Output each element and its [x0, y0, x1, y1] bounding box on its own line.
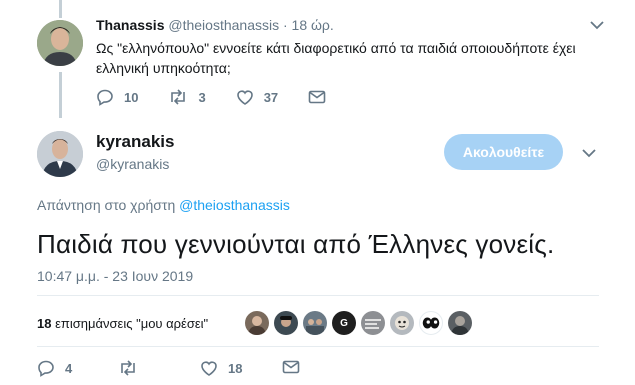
like-button[interactable]: 18 — [200, 359, 242, 377]
following-button[interactable]: Ακολουθείτε — [444, 134, 563, 170]
liker-avatar[interactable] — [245, 311, 269, 335]
direct-message-button[interactable] — [308, 89, 326, 105]
avatar[interactable] — [37, 131, 83, 177]
likes-summary-text: 18 επισημάνσεις "μου αρέσει" — [37, 316, 208, 331]
author-handle-time[interactable]: @theiosthanassis · 18 ώρ. — [168, 17, 333, 33]
likes-summary[interactable]: 18 επισημάνσεις "μου αρέσει" — [37, 305, 208, 341]
author-handle[interactable]: @kyranakis — [96, 156, 169, 172]
author-name[interactable]: Thanassis — [96, 17, 164, 33]
reply-button[interactable]: 10 — [96, 88, 138, 106]
reply-count: 4 — [65, 360, 73, 376]
retweet-icon — [168, 88, 188, 106]
reply-context: Απάντηση στο χρήστη @theiosthanassis — [37, 197, 290, 213]
envelope-icon — [282, 359, 300, 375]
likes-summary-label: επισημάνσεις "μου αρέσει" — [55, 315, 209, 331]
liker-avatar[interactable] — [361, 311, 385, 335]
author-name[interactable]: kyranakis — [96, 132, 174, 152]
reply-context-label: Απάντηση στο χρήστη — [37, 197, 180, 213]
retweet-icon — [118, 359, 138, 377]
liker-avatar[interactable] — [274, 311, 298, 335]
reply-count: 10 — [124, 89, 139, 105]
liker-avatar[interactable] — [390, 311, 414, 335]
liker-avatars: G — [245, 311, 477, 335]
direct-message-button[interactable] — [282, 359, 300, 375]
retweet-count: 3 — [198, 89, 206, 105]
liker-avatar[interactable] — [303, 311, 327, 335]
envelope-icon — [308, 89, 326, 105]
reply-button[interactable]: 4 — [37, 359, 72, 377]
reply-icon — [96, 88, 114, 106]
tweet-actions: 10 3 37 — [96, 88, 356, 106]
liker-avatar[interactable]: G — [332, 311, 356, 335]
thread-connector — [59, 72, 62, 118]
like-count: 37 — [263, 89, 279, 105]
retweet-button[interactable]: 3 — [168, 88, 206, 106]
chevron-down-icon[interactable] — [582, 145, 596, 161]
avatar[interactable] — [37, 20, 83, 66]
reply-icon — [37, 359, 55, 377]
likes-summary-count: 18 — [37, 315, 52, 331]
divider — [37, 346, 599, 347]
reply-header: Thanassis @theiosthanassis · 18 ώρ. — [96, 17, 334, 33]
tweet-text: Παιδιά που γεννιούνται από Έλληνες γονεί… — [37, 229, 555, 259]
chevron-down-icon[interactable] — [590, 17, 604, 33]
liker-avatar[interactable] — [448, 311, 472, 335]
tweet-timestamp[interactable]: 10:47 μ.μ. - 23 Ιουν 2019 — [37, 268, 193, 284]
retweet-button[interactable] — [118, 359, 138, 377]
divider — [37, 295, 599, 296]
liker-avatar-letter: G — [340, 317, 348, 329]
like-count: 18 — [228, 360, 243, 376]
reply-tweet[interactable]: Thanassis @theiosthanassis · 18 ώρ. Ως "… — [0, 0, 635, 120]
heart-icon — [236, 88, 254, 106]
mention-link[interactable]: @theiosthanassis — [179, 197, 290, 213]
liker-avatar[interactable] — [419, 311, 443, 335]
like-button[interactable]: 37 — [236, 88, 278, 106]
heart-icon — [200, 359, 218, 377]
tweet-text: Ως "ελληνόπουλο" εννοείτε κάτι διαφορετι… — [96, 40, 576, 76]
